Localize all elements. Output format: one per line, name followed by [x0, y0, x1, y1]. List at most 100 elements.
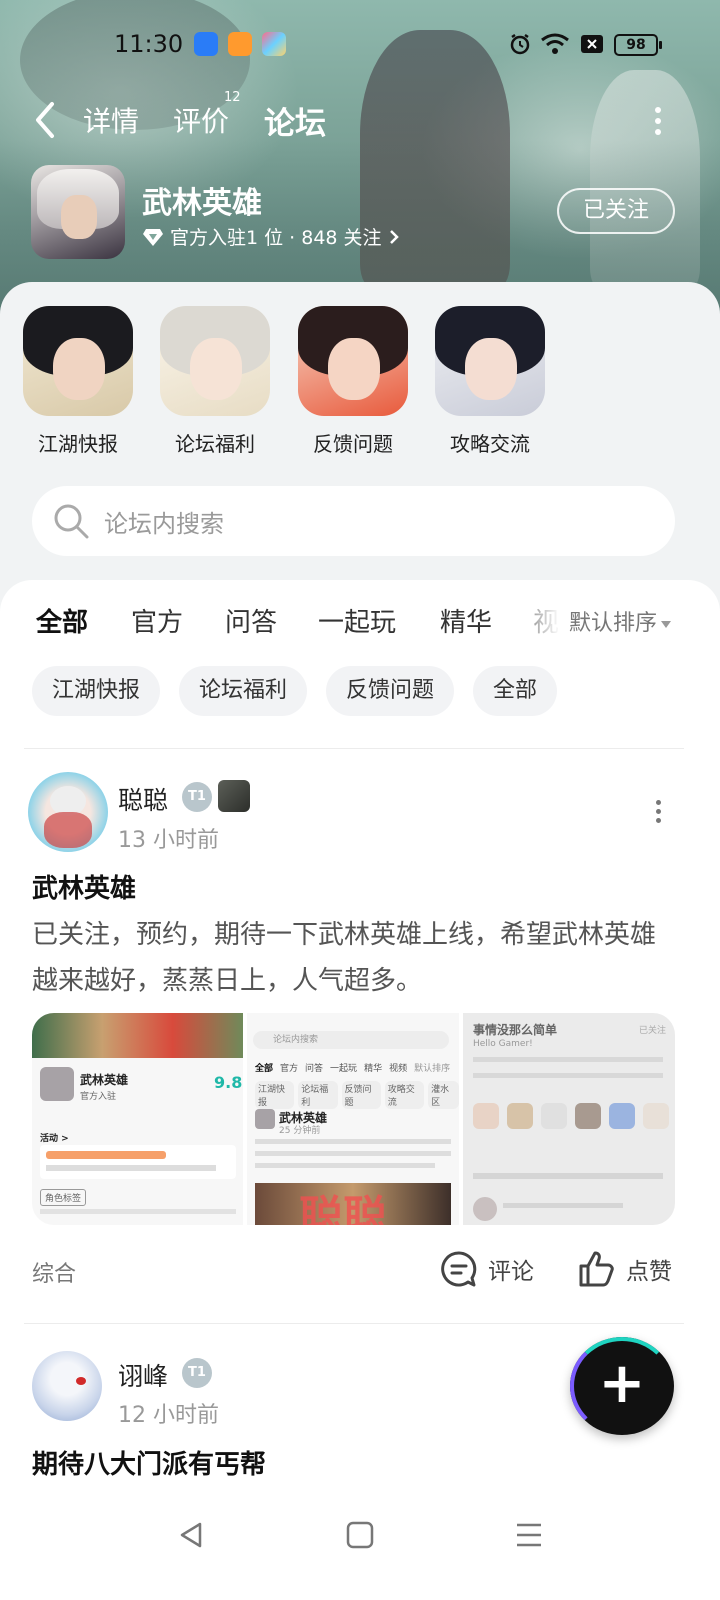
system-navigation-bar: [0, 1500, 720, 1600]
more-dot-icon: [655, 118, 661, 124]
back-button[interactable]: [30, 100, 66, 140]
category-tab-official[interactable]: 官方: [131, 602, 183, 639]
category-tab-qa[interactable]: 问答: [225, 602, 277, 639]
chip-jianghu-news[interactable]: 江湖快报: [32, 666, 161, 716]
game-meta-text: 官方入驻1 位 · 848 关注: [170, 227, 382, 249]
search-placeholder: 论坛内搜索: [104, 510, 224, 538]
sort-label: 默认排序: [569, 611, 658, 636]
image-tab: 全部: [255, 1064, 274, 1074]
avatar-body: [44, 812, 92, 848]
board-avatar-face: [53, 338, 105, 400]
notification-video-icon: [228, 32, 252, 56]
system-back-button[interactable]: [176, 1520, 206, 1554]
post-time: 12 小时前: [118, 1403, 219, 1428]
image-avatar: [473, 1197, 497, 1221]
board-avatar: [298, 306, 408, 416]
image-chip: 反馈问题: [341, 1081, 381, 1109]
forum-search-input[interactable]: 论坛内搜索: [32, 486, 675, 556]
board-feedback[interactable]: 反馈问题: [298, 306, 408, 457]
battery-indicator: 98: [614, 34, 662, 56]
post-body[interactable]: 已关注，预约，期待一下武林英雄上线，希望武林英雄越来越好，蒸蒸日上，人气超多。: [32, 912, 672, 1004]
sort-dropdown[interactable]: 默认排序: [569, 605, 672, 637]
image-section-title: 活动 >: [40, 1134, 69, 1144]
image-game-title: 武林英雄: [80, 1073, 129, 1087]
chevron-right-icon: [389, 229, 399, 244]
tabs-fade: [500, 596, 560, 644]
post-image[interactable]: 事情没那么简单 已关注 Hello Gamer!: [463, 1013, 675, 1225]
post-image[interactable]: 武林英雄 官方入驻 9.8 活动 > 角色标签: [32, 1013, 243, 1225]
plus-icon: +: [598, 1351, 646, 1416]
category-tab-all[interactable]: 全部: [36, 602, 89, 641]
category-tab-featured[interactable]: 精华: [440, 602, 492, 639]
top-navigation: 详情 评价 12 论坛: [0, 90, 720, 149]
image-text-line: [255, 1139, 451, 1144]
more-options-button[interactable]: [648, 104, 668, 140]
notification-photos-icon: [262, 32, 286, 56]
image-tab: 默认排序: [414, 1064, 451, 1074]
image-avatar: [255, 1109, 275, 1129]
game-meta[interactable]: 官方入驻1 位 · 848 关注: [142, 223, 400, 250]
board-guides[interactable]: 攻略交流: [435, 306, 545, 457]
reviews-count-badge: 12: [224, 90, 241, 105]
image-game-icon: [40, 1067, 74, 1101]
more-dot-icon: [655, 800, 661, 805]
follow-button[interactable]: 已关注: [557, 188, 675, 234]
board-avatar-face: [328, 338, 380, 400]
image-text-line: [255, 1151, 451, 1156]
create-post-button[interactable]: +: [570, 1337, 674, 1435]
sim-off-icon: [580, 32, 604, 62]
tab-reviews[interactable]: 评价: [173, 100, 229, 140]
post-category: 综合: [32, 1262, 77, 1287]
system-recents-button[interactable]: [514, 1520, 544, 1554]
like-label: 点赞: [626, 1259, 672, 1285]
system-home-button[interactable]: [345, 1520, 375, 1554]
comment-icon: [441, 1251, 477, 1287]
post-more-button[interactable]: [653, 800, 663, 826]
tab-forum[interactable]: 论坛: [264, 98, 326, 149]
chip-feedback[interactable]: 反馈问题: [326, 666, 455, 716]
divider: [24, 1323, 684, 1324]
avatar[interactable]: [28, 772, 108, 852]
avatar-eye: [76, 1377, 86, 1385]
board-label: 论坛福利: [175, 432, 255, 456]
notification-app-icon: [194, 32, 218, 56]
search-icon: [54, 504, 89, 539]
image-text-line: [46, 1165, 216, 1171]
caret-down-icon: [661, 620, 672, 628]
level-badge-icon: T1: [182, 782, 212, 812]
image-post-time: 25 分钟前: [279, 1126, 321, 1136]
comment-button[interactable]: 评论: [440, 1250, 534, 1288]
post-images: 武林英雄 官方入驻 9.8 活动 > 角色标签 论坛内搜索 全部 官方 问答 一…: [32, 1013, 675, 1225]
image-chip: 灌水区: [428, 1081, 459, 1109]
image-tab: 问答: [305, 1064, 324, 1074]
chevron-left-icon: [36, 102, 54, 138]
chip-forum-welfare[interactable]: 论坛福利: [179, 666, 308, 716]
board-avatar-face: [190, 338, 242, 400]
diamond-icon: [143, 228, 163, 246]
achievement-badge-icon: [218, 780, 250, 812]
tab-forum-label: 论坛: [264, 106, 326, 142]
like-button[interactable]: 点赞: [578, 1250, 672, 1288]
tab-details[interactable]: 详情: [83, 100, 139, 140]
level-badge-icon: T1: [182, 1358, 212, 1388]
chip-all[interactable]: 全部: [473, 666, 558, 716]
post-title[interactable]: 武林英雄: [32, 868, 136, 905]
category-tab-play-together[interactable]: 一起玩: [318, 602, 396, 639]
game-icon[interactable]: [31, 165, 125, 259]
post-author[interactable]: 聪聪: [118, 781, 168, 817]
image-app-icon: [609, 1103, 635, 1129]
image-app-icon: [643, 1103, 669, 1129]
post-title[interactable]: 期待八大门派有丐帮: [32, 1444, 266, 1481]
category-tab-label: 全部: [36, 608, 89, 638]
menu-lines-icon: [517, 1523, 541, 1547]
image-tab: 精华: [364, 1064, 383, 1074]
image-app-icon: [507, 1103, 533, 1129]
post-author[interactable]: 诩峰: [118, 1357, 168, 1393]
image-profile-sub: Hello Gamer!: [473, 1039, 533, 1049]
post-image[interactable]: 论坛内搜索 全部 官方 问答 一起玩 精华 视频 默认排序 江湖快报 论坛福利 …: [247, 1013, 459, 1225]
image-chip: 攻略交流: [384, 1081, 425, 1109]
image-text-line: [473, 1173, 663, 1179]
board-jianghu-news[interactable]: 江湖快报: [23, 306, 133, 457]
avatar[interactable]: [32, 1351, 102, 1421]
board-forum-welfare[interactable]: 论坛福利: [160, 306, 270, 457]
